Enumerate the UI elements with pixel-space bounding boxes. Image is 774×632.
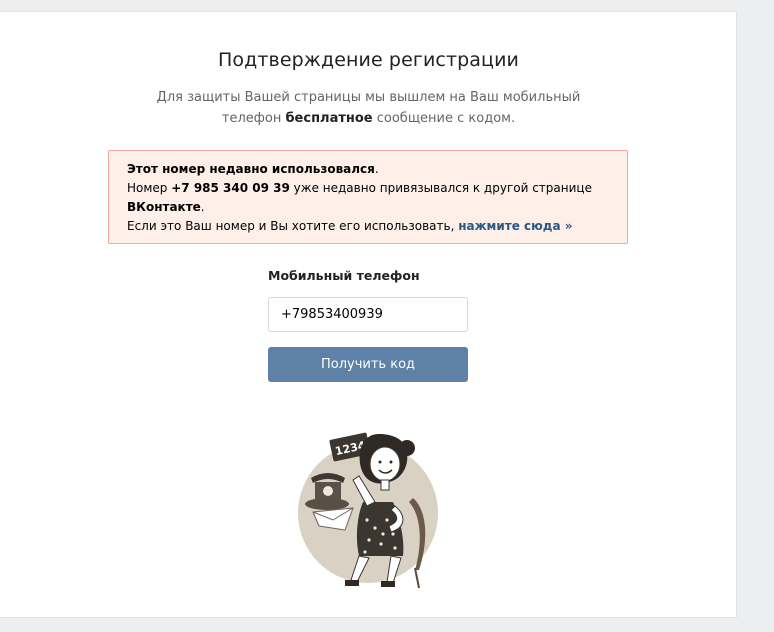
get-code-button[interactable]: Получить код xyxy=(268,347,468,382)
warning-vk-name: ВКонтакте xyxy=(127,200,201,214)
subtitle-line-1: Для защиты Вашей страницы мы вышлем на В… xyxy=(156,90,581,105)
warning-line-4-text: Если это Ваш номер и Вы хотите его испол… xyxy=(127,219,459,233)
woman-with-phone-illustration: 1234 xyxy=(298,432,438,589)
phone-used-warning: Этот номер недавно использовался. Номер … xyxy=(108,150,628,244)
subtitle-free-word: бесплатное xyxy=(285,111,373,126)
page-subtitle: Для защиты Вашей страницы мы вышлем на В… xyxy=(0,87,737,129)
phone-input[interactable] xyxy=(268,297,468,332)
warning-phone-number: +7 985 340 09 39 xyxy=(171,181,290,195)
phone-label: Мобильный телефон xyxy=(268,268,420,283)
subtitle-line-2-suffix: сообщение с кодом. xyxy=(372,111,516,126)
registration-card: Подтверждение регистрации Для защиты Ваш… xyxy=(0,11,737,618)
warning-line-3-dot: . xyxy=(200,200,205,214)
use-number-link[interactable]: нажмите сюда » xyxy=(458,219,572,233)
warning-line-2-prefix: Номер xyxy=(127,181,172,195)
face-icon xyxy=(369,446,401,482)
warning-heading-dot: . xyxy=(374,162,379,176)
warning-line-2-suffix: уже недавно привязывался к другой страни… xyxy=(289,181,592,195)
subtitle-line-2-prefix: телефон xyxy=(221,111,286,126)
page-title: Подтверждение регистрации xyxy=(218,49,519,71)
warning-heading: Этот номер недавно использовался xyxy=(127,162,375,176)
